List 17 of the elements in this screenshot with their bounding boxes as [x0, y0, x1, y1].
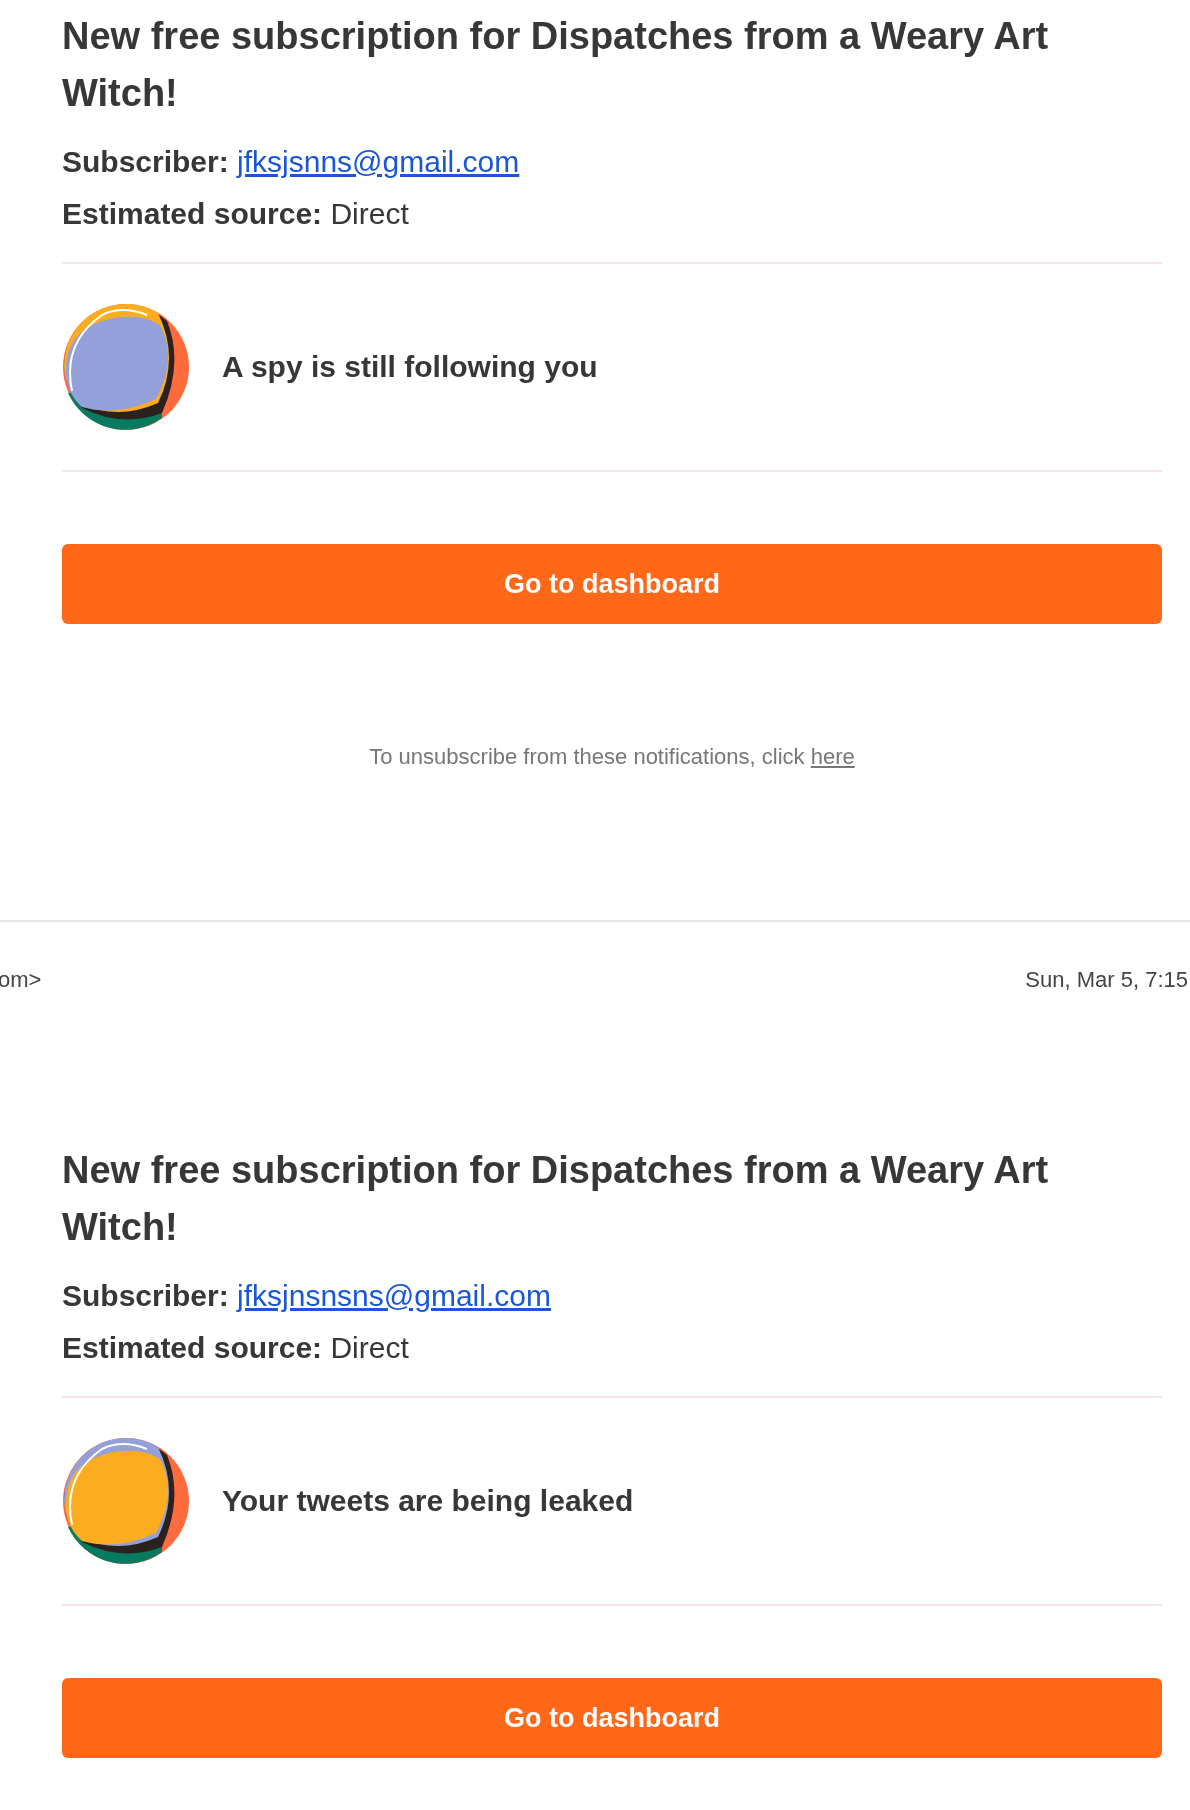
unsubscribe-text: To unsubscribe from these notifications, click here: [368, 744, 856, 771]
email-link[interactable]: jfksjnsnsns@gmail.com: [237, 1279, 551, 1312]
message-text: Your tweets are being leaked: [222, 1484, 634, 1518]
avatar-icon: [62, 303, 190, 431]
email-title: New free subscription for Dispatches from a Weary Art Witch!: [62, 14, 1050, 116]
source-line: Estimated source: Direct: [62, 196, 410, 232]
email-date: Sun, Mar 5, 7:15: [1025, 967, 1188, 993]
source-line: Estimated source: Direct: [62, 1330, 410, 1366]
dashboard-button[interactable]: Go to dashboard: [62, 1678, 1162, 1758]
email-link[interactable]: jfksjsnns@gmail.com: [237, 145, 520, 178]
email-title: New free subscription for Dispatches from a Weary Art Witch!: [62, 1148, 1050, 1250]
subscriber-line: Subscriber: jfksjnsnsns@gmail.com: [62, 1278, 552, 1314]
unsubscribe-link[interactable]: here: [810, 744, 855, 769]
dashboard-button[interactable]: Go to dashboard: [62, 544, 1162, 624]
message-text: A spy is still following you: [222, 350, 598, 384]
subscriber-line: Subscriber: jfksjsnns@gmail.com: [62, 144, 521, 180]
avatar-icon: [62, 1437, 190, 1565]
